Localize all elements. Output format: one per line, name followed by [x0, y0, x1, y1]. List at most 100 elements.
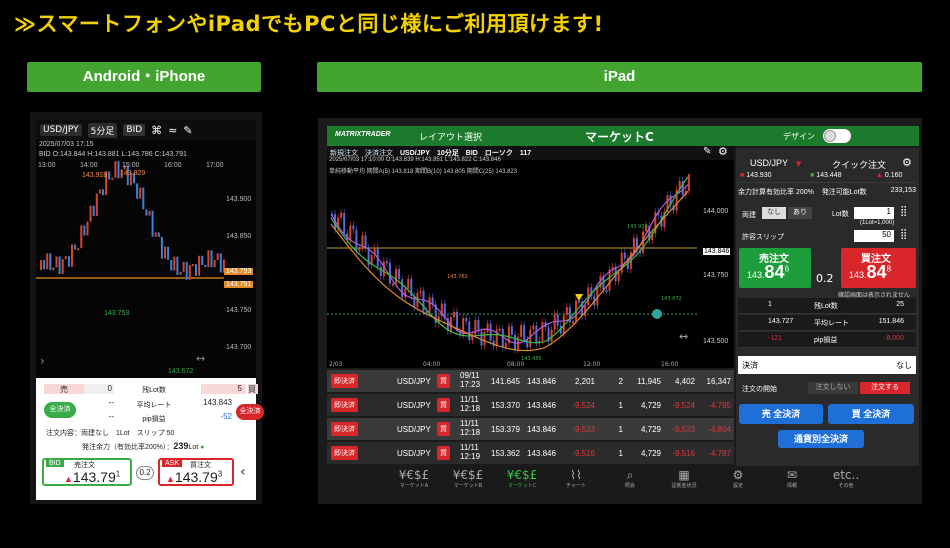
nav-item[interactable]: ⌕ 照会: [605, 468, 655, 489]
candle: [213, 259, 216, 268]
close-all-left-button[interactable]: 全決済: [44, 402, 76, 418]
instant-close-button[interactable]: 即決済: [331, 422, 358, 436]
interval-selector[interactable]: 5分足: [87, 122, 118, 138]
candle: [453, 311, 455, 318]
buy-order-button[interactable]: 買注文 143.848: [841, 248, 916, 288]
gear-icon[interactable]: ⚙: [718, 145, 728, 158]
close-all-right-button[interactable]: 全決済: [236, 404, 264, 420]
instant-close-button[interactable]: 即決済: [331, 398, 358, 412]
ipad-header: MATRIXTRADER レイアウト選択 マーケットC デザイン: [327, 126, 919, 146]
candle: [170, 259, 173, 271]
chart-toolbar-item[interactable]: USD/JPY: [400, 150, 430, 157]
draw-icon[interactable]: ✎: [183, 124, 192, 137]
cur-cell: 143.846: [527, 400, 556, 410]
nav-item[interactable]: ▦ 証拠金状況: [659, 468, 709, 489]
instant-close-button[interactable]: 即決済: [331, 374, 358, 388]
candle: [486, 323, 489, 333]
trend-icon[interactable]: ≈: [168, 124, 177, 137]
expand-icon[interactable]: ↔: [679, 330, 688, 343]
candle: [61, 259, 64, 274]
order-info: 注文内容：両建なし 1Lot スリップ 50: [46, 430, 175, 437]
bottom-nav: ¥€$£ マーケットA ¥€$£ マーケットB ¥€$£ マーケットC ⌇⌇ チャート ⌕ 照会 ▦…: [327, 466, 919, 496]
layout-select[interactable]: レイアウト選択: [419, 130, 482, 143]
candle: [164, 246, 166, 259]
high-label: 143.929: [120, 170, 146, 177]
dash-1: --: [108, 398, 114, 407]
bid-order-button[interactable]: BID 売注文 ▲143.791: [42, 458, 132, 486]
buy-all-button[interactable]: 買 全決済: [828, 404, 914, 424]
chevron-right-icon[interactable]: ›: [40, 354, 45, 368]
design-label: デザイン: [783, 132, 815, 141]
price-tag: 143.793: [224, 268, 254, 275]
candle: [67, 256, 70, 267]
nav-item[interactable]: ¥€$£ マーケットB: [443, 468, 493, 489]
candle: [92, 205, 95, 216]
nav-item[interactable]: ✉ 情報: [767, 468, 817, 489]
ask-order-button[interactable]: ASK 買注文 ▲143.793: [158, 458, 234, 486]
nav-item[interactable]: ¥€$£ マーケットC: [497, 468, 547, 489]
candle: [188, 264, 191, 280]
expand-icon[interactable]: ↔: [196, 352, 205, 365]
nav-item[interactable]: etc.. その他: [821, 468, 871, 489]
settle-off-button[interactable]: 注文しない: [808, 382, 858, 394]
chart-toolbar-item[interactable]: 117: [520, 150, 531, 157]
keypad-icon[interactable]: ⣿: [900, 229, 907, 240]
chevron-down-icon[interactable]: ▼: [796, 160, 801, 168]
position-left-value: 143.727: [768, 318, 794, 325]
draw-icon[interactable]: ✎: [703, 146, 711, 157]
chart-toolbar-item[interactable]: BID: [466, 150, 478, 157]
settle-on-button[interactable]: 注文する: [860, 382, 910, 394]
candle: [535, 325, 538, 343]
pips-cell: 2,201: [574, 376, 595, 386]
settle-select[interactable]: 決済 なし: [738, 356, 916, 374]
position-row: 1 残Lot数 25: [738, 298, 916, 314]
candle: [182, 261, 185, 272]
rp-pair[interactable]: USD/JPY: [750, 158, 788, 168]
candle: [632, 238, 635, 253]
candle: [401, 279, 404, 298]
indicator-icon[interactable]: ⌘: [151, 124, 162, 137]
candle: [43, 260, 46, 270]
position-right-value: -8,000: [884, 335, 904, 342]
sell-order-button[interactable]: 売注文 143.846: [739, 248, 811, 288]
keypad-icon[interactable]: ⣿: [900, 206, 907, 217]
design-toggle[interactable]: [823, 129, 851, 143]
pair-all-button[interactable]: 通貨別全決済: [778, 430, 864, 448]
avg-rate: 143.843: [203, 398, 232, 407]
pip-label: pip損益: [142, 416, 166, 423]
nav-item[interactable]: ⚙ 設定: [713, 468, 763, 489]
candle: [185, 261, 188, 280]
nav-item[interactable]: ¥€$£ マーケットA: [389, 468, 439, 489]
hedge-off-button[interactable]: なし: [762, 207, 786, 219]
quick-order-label: クイック注文: [832, 160, 887, 170]
candle: [358, 248, 361, 251]
help-icon[interactable]: ●: [200, 444, 204, 451]
phone-chart[interactable]: 2025/07/03 17:15 BID O:143.844 H:143.881…: [36, 140, 256, 378]
price-tick: 144.000: [703, 208, 729, 215]
hedge-on-button[interactable]: あり: [788, 207, 812, 219]
slip-input[interactable]: 50: [854, 230, 894, 242]
ipad-chart[interactable]: 2025/07/03 17:10:00 O:143.839 H:143.851 …: [327, 157, 734, 368]
position-row: -121 pip損益 -8,000: [738, 332, 916, 348]
nav-label: マーケットB: [453, 483, 483, 489]
sell-all-button[interactable]: 売 全決済: [739, 404, 823, 424]
candle: [520, 325, 523, 337]
lot-hint: (1Lot=1,000): [860, 220, 895, 226]
candle: [687, 174, 690, 191]
phone-ohlc: BID O:143.844 H:143.881 L:143.786 C:143.…: [39, 151, 187, 158]
chevron-left-icon[interactable]: ‹: [240, 464, 246, 480]
candle: [198, 255, 201, 276]
pair-selector[interactable]: USD/JPY: [40, 124, 82, 136]
gear-icon[interactable]: ⚙: [902, 156, 912, 169]
time-tick: 16:00: [661, 361, 679, 368]
lot-input[interactable]: 1: [854, 207, 894, 219]
nav-item[interactable]: ⌇⌇ チャート: [551, 468, 601, 489]
side-selector[interactable]: BID: [123, 124, 146, 136]
price-tick: 143.750: [226, 307, 252, 314]
open-cell: 153.370: [491, 400, 520, 410]
candle: [173, 256, 176, 271]
more-icon: etc..: [832, 468, 860, 482]
instant-close-button[interactable]: 即決済: [331, 446, 358, 460]
candle: [556, 314, 559, 326]
datetime-cell: 09/11 17:23: [460, 371, 481, 389]
